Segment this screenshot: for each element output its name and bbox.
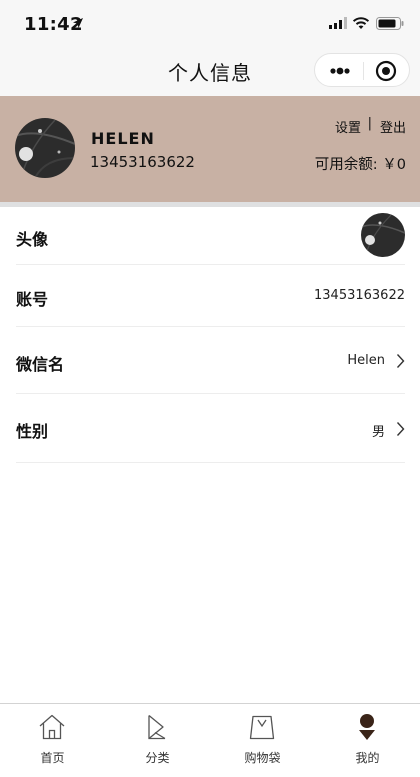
logout-link[interactable]: 登出: [380, 117, 406, 136]
battery-icon: [376, 17, 404, 30]
account-value: 13453163622: [314, 288, 405, 303]
home-icon: [39, 714, 65, 740]
category-icon: [148, 714, 166, 740]
signal-icon: [329, 17, 347, 29]
tab-shopping-bag-label: 购物袋: [244, 751, 281, 765]
tab-profile-label: 我的: [355, 751, 380, 765]
location-arrow-icon: [73, 18, 83, 28]
chevron-right-icon: [396, 354, 405, 368]
avatar-thumbnail[interactable]: [361, 213, 405, 257]
gender-row-label: 性别: [16, 422, 49, 441]
link-separator: |: [367, 116, 372, 131]
capsule-divider: [363, 62, 364, 80]
profile-phone: 13453163622: [90, 153, 195, 171]
wechat-name-value: Helen: [347, 353, 385, 368]
avatar-image-icon: [15, 118, 75, 178]
settings-link[interactable]: 设置: [335, 117, 361, 136]
gender-value: 男: [371, 425, 385, 440]
avatar[interactable]: [15, 118, 75, 178]
profile-name: HELEN: [91, 129, 155, 148]
tab-home[interactable]: 首页: [0, 704, 105, 777]
tab-home-label: 首页: [40, 751, 65, 765]
status-bar: 11:42: [0, 0, 420, 50]
tab-shopping-bag[interactable]: 购物袋: [210, 704, 315, 777]
avatar-row[interactable]: 头像: [16, 207, 405, 265]
avatar-image-icon: [361, 213, 405, 257]
tab-category[interactable]: 分类: [105, 704, 210, 777]
chevron-right-icon: [396, 422, 405, 436]
wechat-name-row[interactable]: 微信名 Helen: [16, 327, 405, 394]
more-icon[interactable]: [329, 66, 351, 76]
account-row: 账号 13453163622: [16, 265, 405, 327]
shopping-bag-icon: [249, 715, 275, 740]
profile-icon: [359, 714, 375, 740]
mini-program-capsule: [314, 53, 410, 87]
profile-header: HELEN 13453163622 设置 | 登出 可用余额: ￥0: [0, 96, 420, 202]
tab-category-label: 分类: [145, 751, 170, 765]
nav-bar: 个人信息: [0, 44, 420, 96]
gender-row[interactable]: 性别 男: [16, 394, 405, 463]
avatar-row-label: 头像: [16, 230, 49, 249]
tab-bar: 首页 分类 购物袋 我的: [0, 703, 420, 777]
available-balance: 可用余额: ￥0: [314, 157, 406, 173]
wifi-icon: [352, 17, 370, 29]
wechat-name-row-label: 微信名: [16, 355, 65, 374]
account-row-label: 账号: [16, 290, 49, 309]
close-mini-program-icon[interactable]: [375, 60, 397, 82]
tab-profile[interactable]: 我的: [315, 704, 420, 777]
